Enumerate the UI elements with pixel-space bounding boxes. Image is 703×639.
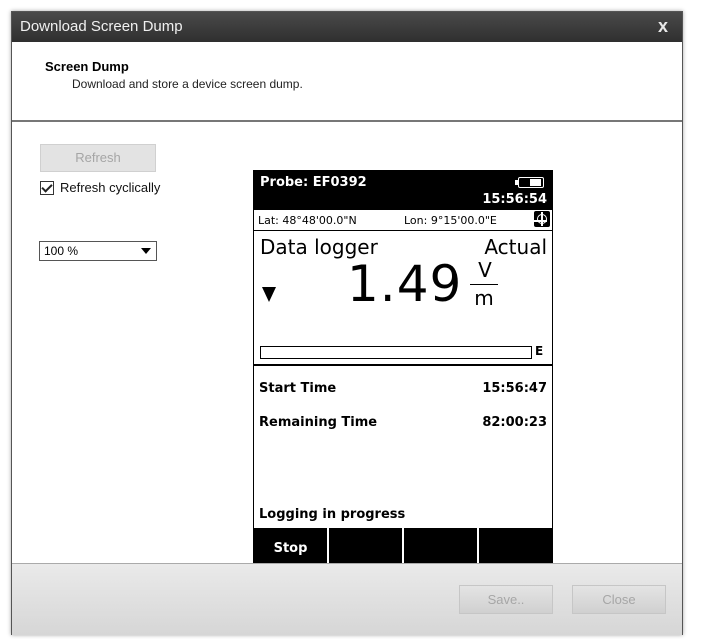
start-time-value: 15:56:47 (482, 381, 547, 396)
longitude: Lon: 9°15'00.0"E (404, 214, 497, 227)
header-subtitle: Download and store a device screen dump. (72, 77, 303, 91)
download-screen-dump-dialog: Download Screen Dump x Screen Dump Downl… (11, 11, 683, 635)
device-status-bar: Probe: EF0392 15:56:54 (254, 171, 552, 210)
zoom-select[interactable]: 100 % (39, 241, 157, 261)
unit-fraction-line (470, 284, 498, 285)
dropdown-arrow-icon[interactable] (141, 248, 151, 254)
probe-id: Probe: EF0392 (260, 175, 367, 190)
logging-status: Logging in progress (259, 507, 406, 522)
title-bar: Download Screen Dump x (12, 12, 682, 42)
latitude: Lat: 48°48'00.0"N (258, 214, 357, 227)
dialog-body: Refresh Refresh cyclically 100 % Probe: … (12, 122, 682, 569)
close-icon[interactable]: x (658, 16, 668, 37)
softkey-stop[interactable]: Stop (254, 528, 327, 568)
unit-denominator: m (474, 286, 494, 310)
refresh-cyclically-label: Refresh cyclically (60, 180, 161, 195)
softkey-2[interactable] (329, 528, 402, 568)
window-title: Download Screen Dump (20, 18, 183, 35)
softkey-bar: Stop (254, 528, 552, 568)
refresh-cyclically-checkbox[interactable] (40, 180, 54, 195)
zoom-value: 100 % (44, 244, 79, 258)
refresh-button[interactable]: Refresh (40, 144, 156, 172)
device-screen: Probe: EF0392 15:56:54 Lat: 48°48'00.0"N… (253, 170, 553, 569)
start-time-label: Start Time (259, 381, 337, 396)
mode-right-label: Actual (484, 235, 547, 259)
down-arrow-icon (262, 287, 276, 302)
battery-icon (515, 177, 544, 188)
dialog-footer: Save.. Close (12, 563, 682, 635)
field-reading: 1.49 (347, 255, 463, 313)
gps-row: Lat: 48°48'00.0"N Lon: 9°15'00.0"E (254, 210, 552, 231)
remaining-time-value: 82:00:23 (482, 415, 547, 430)
remaining-time-label: Remaining Time (259, 415, 378, 430)
dialog-header: Screen Dump Download and store a device … (12, 42, 682, 122)
gps-icon (533, 211, 550, 227)
softkey-3[interactable] (404, 528, 477, 568)
header-title: Screen Dump (45, 59, 129, 74)
save-button[interactable]: Save.. (459, 585, 553, 614)
level-bar (260, 346, 532, 359)
close-button[interactable]: Close (572, 585, 666, 614)
device-time: 15:56:54 (482, 192, 547, 207)
bar-end-label: E (535, 344, 544, 358)
refresh-cyclically-option[interactable]: Refresh cyclically (40, 180, 160, 195)
device-divider (254, 364, 552, 366)
unit-numerator: V (478, 258, 492, 282)
softkey-4[interactable] (479, 528, 552, 568)
